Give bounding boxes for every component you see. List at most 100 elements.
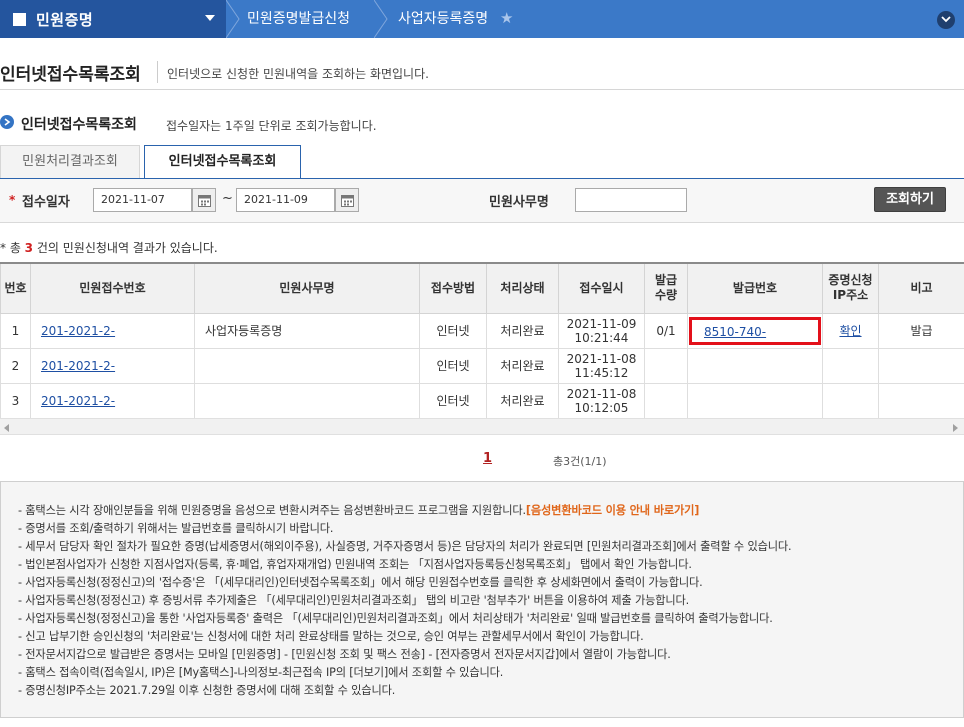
cell-date: 2021-11-09	[566, 316, 637, 331]
breadcrumb-separator-icon	[374, 0, 388, 38]
barcode-guide-link[interactable]: [음성변환바코드 이용 안내 바로가기]	[526, 504, 699, 517]
cell-office	[194, 347, 420, 384]
cell-issue-no: 8510-740-	[687, 312, 823, 349]
cell-issue-qty	[644, 382, 688, 419]
ip-check-link[interactable]: 확인	[839, 324, 861, 338]
col-header-note: 비고	[878, 262, 964, 314]
cell-no: 2	[0, 347, 31, 384]
page-description: 인터넷으로 신청한 민원내역을 조회하는 화면입니다.	[157, 61, 438, 83]
cell-time: 10:12:05	[574, 400, 629, 415]
cell-method: 인터넷	[419, 347, 487, 384]
cell-no: 1	[0, 312, 31, 349]
notice-item: - 사업자등록신청(정정신고)을 통한 '사업자등록증' 출력은 「(세무대리인…	[18, 612, 773, 625]
col-header-receipt-no: 민원접수번호	[30, 262, 195, 314]
cell-note	[878, 382, 964, 419]
col-header-office: 민원사무명	[194, 262, 420, 314]
result-summary-prefix: * 총	[0, 241, 25, 255]
date-from-input[interactable]: 2021-11-07	[93, 188, 192, 212]
breadcrumb-business-cert[interactable]: 사업자등록증명	[398, 0, 488, 38]
office-name-label: 민원사무명	[489, 195, 549, 210]
col-header-issue-qty: 발급 수량	[644, 262, 688, 314]
office-name-input[interactable]	[575, 188, 687, 212]
receipt-no-link[interactable]: 201-2021-2-	[41, 324, 115, 338]
notice-item: - 사업자등록신청(정정신고) 후 증빙서류 추가제출은 「(세무대리인)민원처…	[18, 594, 690, 607]
header-divider	[0, 89, 964, 90]
cell-datetime: 2021-11-08 10:12:05	[558, 382, 645, 419]
scroll-right-icon[interactable]	[953, 424, 958, 432]
col-header-issue-no: 발급번호	[687, 262, 823, 314]
receipt-no-link[interactable]: 201-2021-2-	[41, 359, 115, 373]
col-header-status: 처리상태	[486, 262, 559, 314]
issue-no-highlight: 8510-740-	[689, 316, 821, 345]
tab-result-inquiry[interactable]: 민원처리결과조회	[0, 145, 140, 178]
calendar-to-button[interactable]	[335, 188, 359, 212]
section-title: 인터넷접수목록조회	[21, 117, 137, 133]
cell-ip	[822, 382, 879, 419]
breadcrumb-separator-icon	[226, 0, 240, 38]
cell-no: 3	[0, 382, 31, 419]
nav-expand-button[interactable]	[937, 11, 955, 29]
page-number-current[interactable]: 1	[483, 451, 492, 466]
search-button[interactable]: 조회하기	[874, 187, 946, 212]
scroll-left-icon[interactable]	[4, 424, 9, 432]
chevron-down-icon	[941, 16, 951, 23]
col-header-ip: 증명신청 IP주소	[822, 262, 879, 314]
table-row: 3 201-2021-2- 인터넷 처리완료 2021-11-08 10:12:0…	[0, 382, 964, 419]
calendar-icon	[198, 195, 211, 207]
cell-datetime: 2021-11-09 10:21:44	[558, 312, 645, 349]
col-header-datetime: 접수일시	[558, 262, 645, 314]
page-title: 인터넷접수목록조회	[0, 65, 141, 85]
nav-menu-home[interactable]: 민원증명	[0, 0, 226, 38]
cell-method: 인터넷	[419, 312, 487, 349]
cell-issue-qty	[644, 347, 688, 384]
table-header-row: 번호 민원접수번호 민원사무명 접수방법 처리상태 접수일시 발급 수량 발급번…	[0, 262, 964, 314]
issue-no-link[interactable]: 8510-740-	[704, 320, 804, 344]
cell-status: 처리완료	[486, 312, 559, 349]
notice-item: - 증명신청IP주소는 2021.7.29일 이후 신청한 증명서에 대해 조회…	[18, 684, 396, 697]
col-header-no: 번호	[0, 262, 31, 314]
page-total: 총3건(1/1)	[553, 455, 607, 468]
result-summary: * 총 3 건의 민원신청내역 결과가 있습니다.	[0, 239, 218, 256]
cell-date: 2021-11-08	[566, 386, 637, 401]
receipt-table: 번호 민원접수번호 민원사무명 접수방법 처리상태 접수일시 발급 수량 발급번…	[0, 262, 964, 419]
date-range-separator: ~	[222, 191, 233, 206]
result-summary-suffix: 건의 민원신청내역 결과가 있습니다.	[33, 241, 218, 255]
cell-ip	[822, 347, 879, 384]
notice-box: - 홈택스는 시각 장애인분들을 위해 민원증명을 음성으로 변환시켜주는 음성…	[0, 481, 964, 718]
star-icon[interactable]: ★	[500, 9, 513, 27]
breadcrumb-issue-request[interactable]: 민원증명발급신청	[247, 0, 350, 38]
calendar-icon	[341, 195, 354, 207]
required-mark: *	[9, 193, 16, 207]
receipt-date-label: 접수일자	[22, 195, 70, 210]
cell-method: 인터넷	[419, 382, 487, 419]
chevron-down-icon[interactable]	[205, 15, 215, 21]
notice-item: - 사업자등록신청(정정신고)의 '접수증'은 「(세무대리인)인터넷접수목록조…	[18, 576, 703, 589]
cell-note	[878, 347, 964, 384]
cell-issue-no	[687, 382, 823, 419]
receipt-no-link[interactable]: 201-2021-2-	[41, 394, 115, 408]
calendar-from-button[interactable]	[192, 188, 216, 212]
cell-status: 처리완료	[486, 347, 559, 384]
date-to-input[interactable]: 2021-11-09	[236, 188, 335, 212]
notice-item: - 홈택스 접속이력(접속일시, IP)은 [My홈택스]-나의정보-최근접속 …	[18, 666, 504, 679]
col-header-method: 접수방법	[419, 262, 487, 314]
cell-status: 처리완료	[486, 382, 559, 419]
table-row: 2 201-2021-2- 인터넷 처리완료 2021-11-08 11:45:1…	[0, 347, 964, 384]
top-nav: 민원증명 민원증명발급신청 사업자등록증명 ★	[0, 0, 964, 38]
notice-list: - 홈택스는 시각 장애인분들을 위해 민원증명을 음성으로 변환시켜주는 음성…	[18, 502, 958, 700]
notice-item: - 법인본점사업자가 신청한 지점사업자(등록, 휴·폐업, 휴업자재개업) 민…	[18, 558, 692, 571]
table-row: 1 201-2021-2- 사업자등록증명 인터넷 처리완료 2021-11-0…	[0, 312, 964, 349]
home-icon	[13, 13, 26, 26]
cell-datetime: 2021-11-08 11:45:12	[558, 347, 645, 384]
cell-time: 11:45:12	[574, 365, 629, 380]
notice-item: - 홈택스는 시각 장애인분들을 위해 민원증명을 음성으로 변환시켜주는 음성…	[18, 504, 700, 517]
notice-item: - 세무서 담당자 확인 절차가 필요한 증명(납세증명서(해외이주용), 사실…	[18, 540, 792, 553]
tab-internet-receipt-list[interactable]: 인터넷접수목록조회	[144, 145, 301, 179]
section-description: 접수일자는 1주일 단위로 조회가능합니다.	[166, 119, 377, 133]
notice-item: - 신고 납부기한 승인신청의 '처리완료'는 신청서에 대한 처리 완료상태를…	[18, 630, 644, 643]
search-form: * 접수일자 2021-11-07 ~ 2021-11-09 민원사무명 조회하…	[0, 179, 964, 223]
arrow-circle-icon	[0, 115, 14, 129]
cell-issue-no	[687, 347, 823, 384]
cell-issue-qty: 0/1	[644, 312, 688, 349]
horizontal-scrollbar[interactable]	[0, 418, 964, 435]
